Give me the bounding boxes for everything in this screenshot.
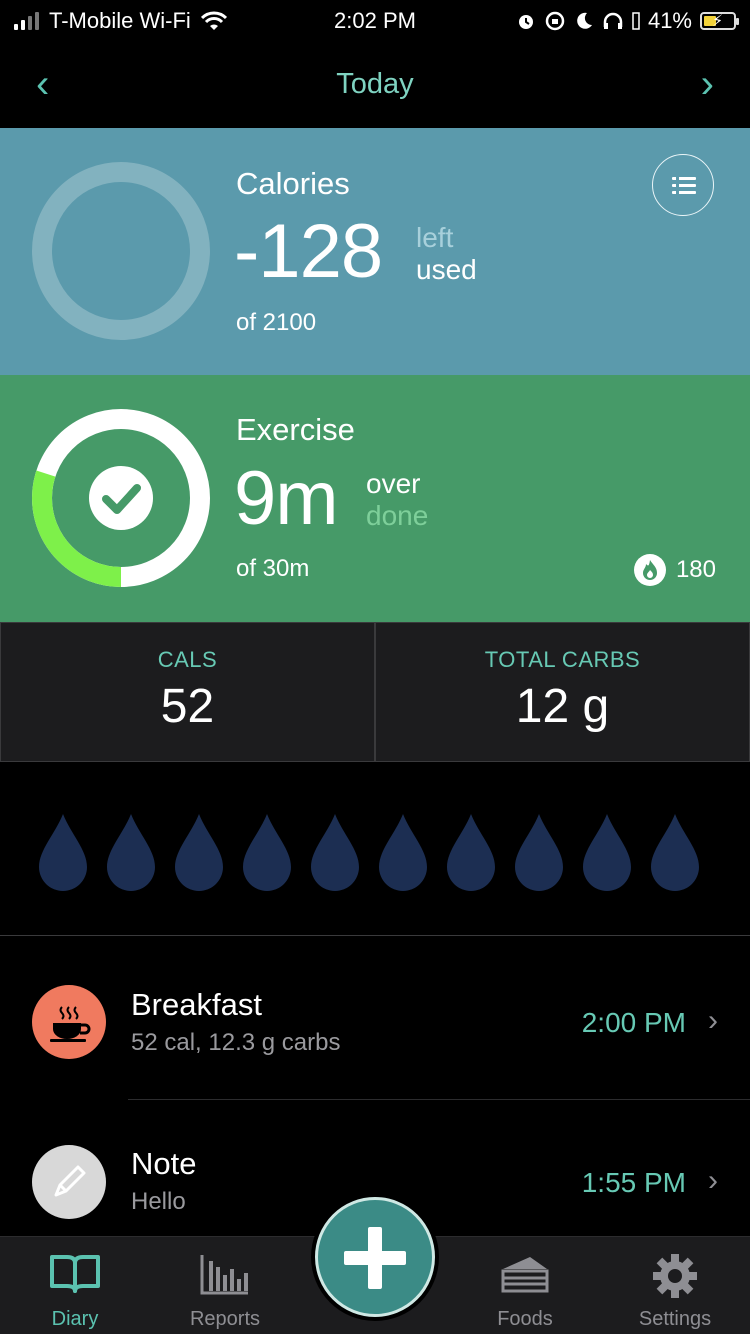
exercise-ring <box>32 409 210 587</box>
headphones-icon <box>603 12 623 29</box>
stat-value: 12 g <box>515 680 610 733</box>
tab-diary[interactable]: Diary <box>0 1237 150 1334</box>
water-drop-icon[interactable] <box>650 812 700 892</box>
exercise-value: 9m <box>234 456 339 541</box>
water-drop-icon[interactable] <box>446 812 496 892</box>
pencil-icon <box>32 1145 106 1219</box>
nutrition-stats: CALS 52 TOTAL CARBS 12 g <box>0 622 750 762</box>
water-drop-icon[interactable] <box>582 812 632 892</box>
entry-time: 2:00 PM <box>581 1007 686 1038</box>
status-right: 41% ⚡ <box>516 8 739 34</box>
calories-used-label: used <box>416 254 477 285</box>
bar-chart-icon <box>200 1255 248 1295</box>
diary-entry-breakfast[interactable]: Breakfast 52 cal, 12.3 g carbs 2:00 PM › <box>0 940 750 1100</box>
book-icon <box>50 1255 100 1293</box>
exercise-title: Exercise <box>236 412 355 447</box>
water-drop-icon[interactable] <box>310 812 360 892</box>
water-drop-icon[interactable] <box>38 812 88 892</box>
calories-goal: of 2100 <box>236 309 317 336</box>
entry-subtitle: Hello <box>131 1188 186 1215</box>
water-drop-icon[interactable] <box>106 812 156 892</box>
flame-icon <box>633 554 666 586</box>
exercise-over-label: over <box>366 468 421 499</box>
coffee-cup-icon <box>32 985 106 1059</box>
tab-foods[interactable]: Foods <box>450 1237 600 1334</box>
cake-slice-icon <box>501 1257 549 1293</box>
water-drop-icon[interactable] <box>378 812 428 892</box>
stat-label: CALS <box>157 647 218 672</box>
water-drop-icon[interactable] <box>242 812 292 892</box>
rotation-lock-icon <box>545 11 565 31</box>
tab-label: Diary <box>51 1308 99 1330</box>
stat-label: TOTAL CARBS <box>484 647 641 672</box>
calories-title: Calories <box>236 166 350 201</box>
calories-left-label: left <box>416 222 454 253</box>
burned-value: 180 <box>675 556 716 583</box>
entry-title: Note <box>131 1146 197 1181</box>
gear-icon <box>653 1254 697 1298</box>
tab-reports[interactable]: Reports <box>150 1237 300 1334</box>
calories-ring <box>32 162 210 340</box>
moon-icon <box>577 12 592 29</box>
portrait-icon <box>632 12 640 30</box>
water-drop-icon[interactable] <box>514 812 564 892</box>
calories-burned: 180 <box>633 554 716 586</box>
battery-percent: 41% <box>647 8 692 33</box>
battery-icon: ⚡ <box>700 12 739 30</box>
stat-cals[interactable]: CALS 52 <box>0 622 375 762</box>
exercise-goal: of 30m <box>236 555 310 582</box>
entry-subtitle: 52 cal, 12.3 g carbs <box>131 1029 341 1056</box>
stat-value: 52 <box>160 680 215 733</box>
stat-total-carbs[interactable]: TOTAL CARBS 12 g <box>375 622 750 762</box>
water-drops <box>38 812 700 892</box>
calories-labels: left used <box>416 222 477 286</box>
tab-label: Foods <box>497 1308 553 1330</box>
water-tracker <box>0 762 750 936</box>
chevron-right-icon: › <box>708 1004 718 1037</box>
date-nav: ‹ Today › <box>0 40 750 128</box>
next-day-button[interactable]: › <box>701 64 714 104</box>
status-bar: T-Mobile Wi-Fi 2:02 PM 41% ⚡ <box>0 0 750 40</box>
water-drop-icon[interactable] <box>174 812 224 892</box>
calories-card[interactable]: Calories -128 left used of 2100 <box>0 128 750 375</box>
list-button[interactable] <box>652 154 714 216</box>
tab-settings[interactable]: Settings <box>600 1237 750 1334</box>
entry-title: Breakfast <box>131 987 262 1022</box>
alarm-icon <box>518 15 533 29</box>
date-title[interactable]: Today <box>0 68 750 101</box>
tab-label: Reports <box>189 1308 261 1330</box>
chevron-right-icon: › <box>708 1164 718 1197</box>
tab-label: Settings <box>638 1308 712 1330</box>
entry-time: 1:55 PM <box>581 1167 686 1198</box>
calories-value: -128 <box>234 209 383 294</box>
add-entry-button[interactable] <box>315 1197 435 1317</box>
exercise-done-label: done <box>366 500 429 531</box>
exercise-labels: over done <box>366 468 428 532</box>
exercise-card[interactable]: Exercise 9m over done of 30m 180 <box>0 375 750 622</box>
